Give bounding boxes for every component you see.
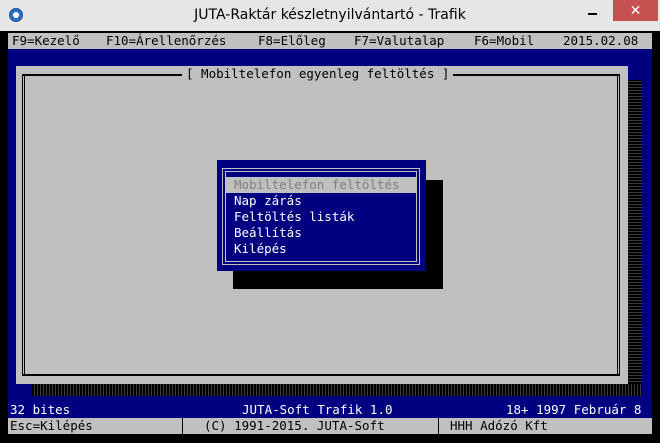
app-window: JUTA-Raktár készletnyilvántartó - Trafik… — [0, 0, 660, 443]
status-date: 18+ 1997 Február 8 — [506, 402, 642, 417]
footer-divider-2 — [438, 418, 439, 434]
menu-mobil[interactable]: F6=Mobil — [474, 33, 534, 49]
menu-item-beallitas[interactable]: Beállítás — [226, 225, 416, 241]
status-bits: 32 bites — [10, 402, 71, 417]
panel-frame-left — [22, 74, 25, 376]
menu-item-mobiltelefon-feltoltes[interactable]: Mobiltelefon feltöltés — [226, 177, 416, 193]
menu-item-feltoltes-listak[interactable]: Feltöltés listák — [226, 209, 416, 225]
footer-company: HHH Adózó Kft — [450, 418, 548, 433]
menu-kezelo[interactable]: F9=Kezelő — [12, 33, 80, 49]
panel-title: [ Mobiltelefon egyenleg feltöltés ] — [182, 66, 454, 82]
minimize-button[interactable] — [579, 0, 606, 21]
menu-arellenorzes[interactable]: F10=Árellenőrzés — [106, 33, 226, 49]
date-display: 2015.02.08 — [563, 33, 639, 48]
panel-shadow-right — [628, 80, 642, 393]
panel-frame-right — [617, 74, 620, 376]
footer-bar: Esc=Kilépés (C) 1991-2015. JUTA-Soft HHH… — [8, 418, 652, 434]
status-bar: 32 bites JUTA-Soft Trafik 1.0 18+ 1997 F… — [8, 402, 652, 418]
window-title: JUTA-Raktár készletnyilvántartó - Trafik — [194, 7, 466, 23]
panel-frame-bottom — [22, 374, 620, 376]
menu-eloleg[interactable]: F8=Előleg — [258, 33, 326, 49]
console-area: F9=Kezelő F10=Árellenőrzés F8=Előleg F7=… — [0, 31, 660, 443]
footer-escape-hint[interactable]: Esc=Kilépés — [10, 418, 93, 434]
title-bar[interactable]: JUTA-Raktár készletnyilvántartó - Trafik… — [0, 0, 660, 31]
minimize-icon — [588, 12, 597, 15]
footer-divider-1 — [182, 418, 183, 434]
function-key-bar: F9=Kezelő F10=Árellenőrzés F8=Előleg F7=… — [8, 33, 652, 49]
menu-item-nap-zaras[interactable]: Nap zárás — [226, 193, 416, 209]
panel-shadow-bottom — [32, 384, 642, 396]
close-button[interactable]: ✕ — [613, 0, 658, 21]
status-product: JUTA-Soft Trafik 1.0 — [242, 402, 393, 417]
console-bottom — [8, 434, 652, 443]
menu-valutalap[interactable]: F7=Valutalap — [354, 33, 444, 49]
menu-item-kilepes[interactable]: Kilépés — [226, 241, 416, 257]
footer-copyright: (C) 1991-2015. JUTA-Soft — [204, 418, 385, 433]
